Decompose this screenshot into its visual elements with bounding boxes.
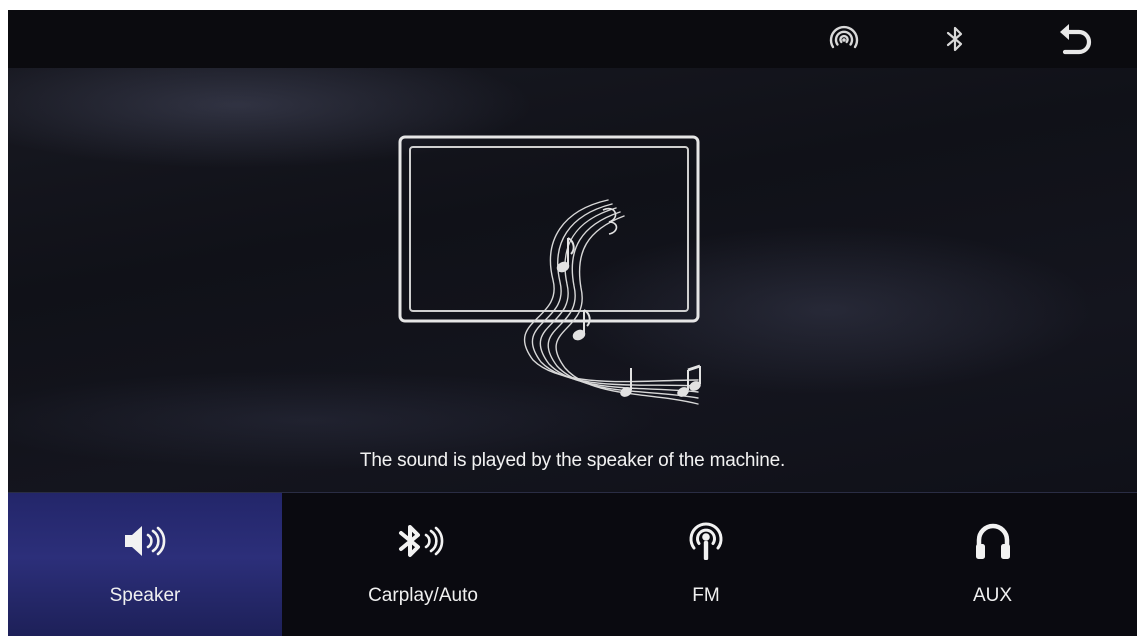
music-notes [556,207,701,397]
fm-radio-icon [689,522,723,560]
hotspot-icon [829,25,859,49]
audio-output-screen: The sound is played by the speaker of th… [8,10,1137,636]
music-staff-wave [523,199,699,405]
back-button[interactable] [1058,22,1094,56]
headphones-icon [975,523,1010,559]
back-icon [1060,24,1092,55]
bluetooth-icon [946,26,963,52]
tab-carplay-auto[interactable]: Carplay/Auto [282,493,564,636]
tab-aux-label: AUX [972,585,1013,606]
bluetooth-audio-icon [399,525,444,557]
tab-fm[interactable]: FM [564,493,848,636]
speaker-icon [125,526,166,556]
speaker-playing-illustration [398,135,701,405]
bluetooth-button[interactable] [937,22,973,56]
audio-source-tabs: Speaker Carplay/Auto FM AUX [8,492,1137,636]
tab-speaker-label: Speaker [109,585,181,606]
status-bar [8,10,1137,68]
hotspot-button[interactable] [826,22,862,56]
tab-speaker[interactable]: Speaker [8,493,282,636]
output-description: The sound is played by the speaker of th… [359,450,786,471]
tab-carplay-auto-label: Carplay/Auto [368,585,478,606]
tab-aux[interactable]: AUX [848,493,1137,636]
tab-fm-label: FM [692,585,720,606]
